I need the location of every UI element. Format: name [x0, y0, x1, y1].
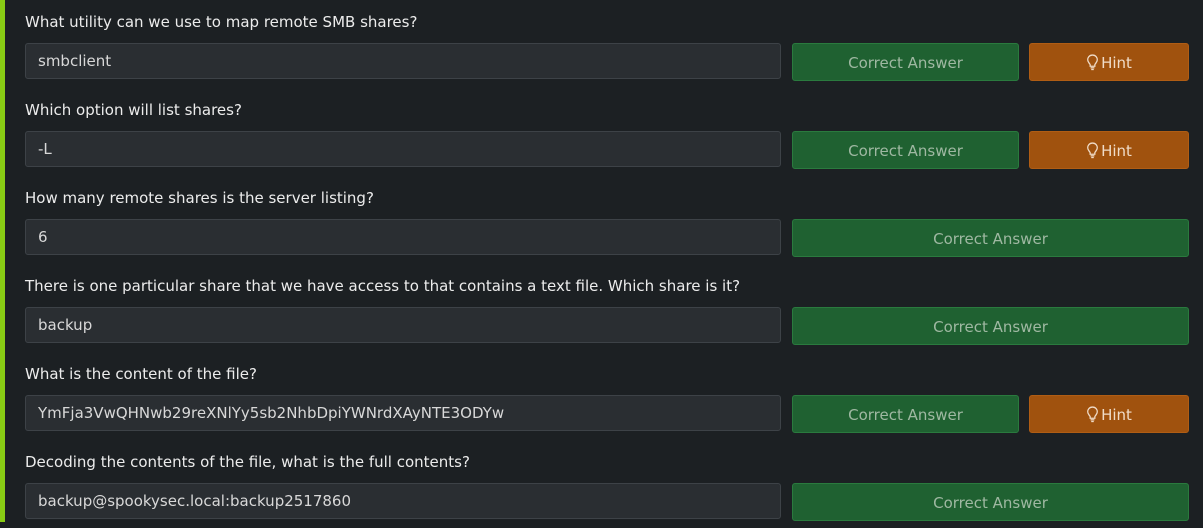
question-4: There is one particular share that we ha…: [25, 264, 1195, 352]
question-5-hint-button[interactable]: Hint: [1029, 395, 1189, 433]
question-1-hint-label: Hint: [1101, 54, 1132, 72]
question-5: What is the content of the file? YmFja3V…: [25, 352, 1195, 440]
lightbulb-icon: [1087, 142, 1098, 159]
task-questions-panel: What utility can we use to map remote SM…: [5, 0, 1203, 522]
question-2-correct-answer-button[interactable]: Correct Answer: [792, 131, 1019, 169]
question-6-correct-answer-button[interactable]: Correct Answer: [792, 483, 1189, 521]
question-1-text: What utility can we use to map remote SM…: [25, 13, 418, 31]
question-6-answer-field[interactable]: backup@spookysec.local:backup2517860: [25, 483, 781, 519]
question-5-hint-label: Hint: [1101, 406, 1132, 424]
question-2-answer-field[interactable]: -L: [25, 131, 781, 167]
question-3-text: How many remote shares is the server lis…: [25, 189, 374, 207]
question-2-hint-label: Hint: [1101, 142, 1132, 160]
question-2-text: Which option will list shares?: [25, 101, 242, 119]
question-4-answer-field[interactable]: backup: [25, 307, 781, 343]
question-3: How many remote shares is the server lis…: [25, 176, 1195, 264]
lightbulb-icon: [1087, 54, 1098, 71]
question-1-hint-button[interactable]: Hint: [1029, 43, 1189, 81]
question-5-correct-answer-button[interactable]: Correct Answer: [792, 395, 1019, 433]
question-3-answer-field[interactable]: 6: [25, 219, 781, 255]
question-1-answer-field[interactable]: smbclient: [25, 43, 781, 79]
question-6: Decoding the contents of the file, what …: [25, 440, 1195, 528]
question-1-correct-answer-button[interactable]: Correct Answer: [792, 43, 1019, 81]
question-3-correct-answer-button[interactable]: Correct Answer: [792, 219, 1189, 257]
question-6-text: Decoding the contents of the file, what …: [25, 453, 470, 471]
question-4-correct-answer-button[interactable]: Correct Answer: [792, 307, 1189, 345]
question-5-text: What is the content of the file?: [25, 365, 257, 383]
lightbulb-icon: [1087, 406, 1098, 423]
question-2: Which option will list shares? -L Correc…: [25, 88, 1195, 176]
question-4-text: There is one particular share that we ha…: [25, 277, 741, 295]
question-5-answer-field[interactable]: YmFja3VwQHNwb29reXNlYy5sb2NhbDpiYWNrdXAy…: [25, 395, 781, 431]
question-2-hint-button[interactable]: Hint: [1029, 131, 1189, 169]
question-1: What utility can we use to map remote SM…: [25, 0, 1195, 88]
